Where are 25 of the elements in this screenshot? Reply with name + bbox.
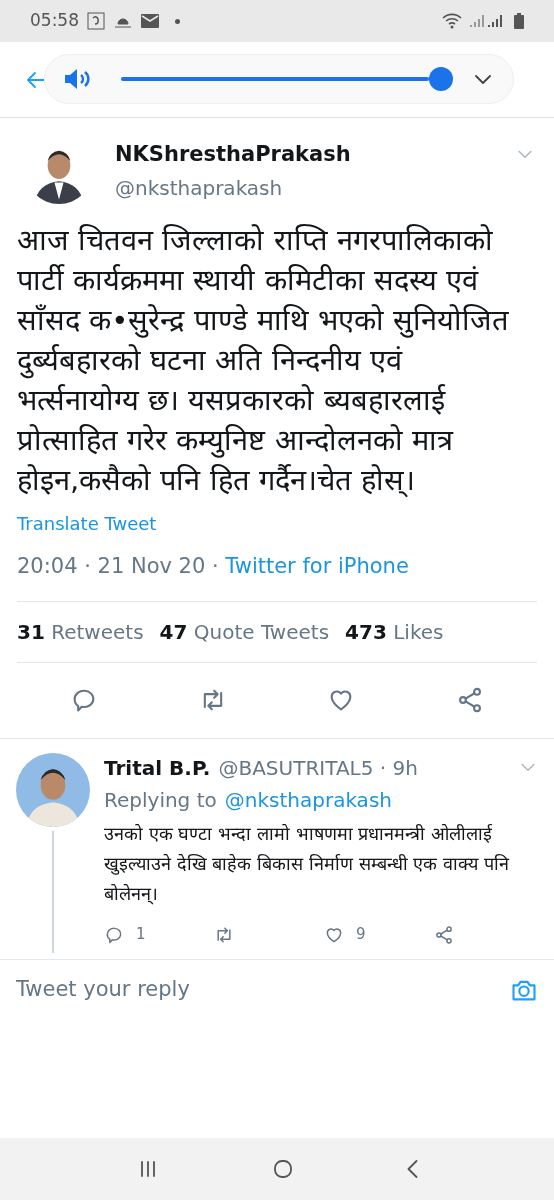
stat-label[interactable]: 31 Retweets xyxy=(17,616,144,647)
stat-label[interactable]: 47 Quote Tweets xyxy=(159,616,330,647)
speaker-icon[interactable] xyxy=(63,67,91,91)
tweet-text: आज चितवन जिल्लाको राप्ति नगरपालिकाको पार्टी कार्यक्रममा स्थायी कमिटीका सदस्य एवं साँसद क•सुरेन्द्र पाण्डे माथि भएको सुनियोजित दुर्ब्यबहारको घटना अति निन्दनीय एवं भर्त्सनायोग्य छ। यसप्रकारको ब्यबहारलाई प्रोत्साहित गरेर कम्युनिष्ट आन्दोलनको मात्र होइन,कसैको पनि हित गर्दैन।चेत होस्। xyxy=(17,222,511,499)
battery-icon xyxy=(514,13,524,29)
tweet-timestamp: 20:04 · 21 Nov 20 · xyxy=(17,553,220,580)
wifi-icon xyxy=(442,13,462,29)
signal-icon xyxy=(488,14,502,28)
replying-label: Replying to xyxy=(104,786,217,814)
share-icon xyxy=(434,924,454,945)
reply-text: उनको एक घण्टा भन्दा लामो भाषणमा प्रधानमन्त्री ओलीलाई खुइल्याउने देखि बाहेक बिकास निर्माण सम्बन्धी एक वाक्य पनि बोलेनन्। xyxy=(104,821,511,907)
back-icon xyxy=(407,1160,419,1178)
reply-handle: @BASUTRITAL5 · 9h xyxy=(218,754,418,782)
author-handle[interactable]: @nksthaprakash xyxy=(115,173,515,203)
author-name[interactable]: NKShresthaPrakash xyxy=(115,141,515,167)
volume-thumb[interactable] xyxy=(429,67,453,91)
stat-label[interactable]: 473 Likes xyxy=(345,616,444,647)
reply-count: 1 xyxy=(136,924,146,946)
status-time: 05:58 xyxy=(30,9,79,33)
app-notification-icon xyxy=(87,12,105,30)
reply-input[interactable]: Tweet your reply xyxy=(16,974,510,1006)
signal-icon xyxy=(470,14,484,28)
mail-icon xyxy=(141,14,159,28)
reply-author-name[interactable]: Trital B.P. xyxy=(104,752,211,783)
like-count: 9 xyxy=(356,924,366,946)
